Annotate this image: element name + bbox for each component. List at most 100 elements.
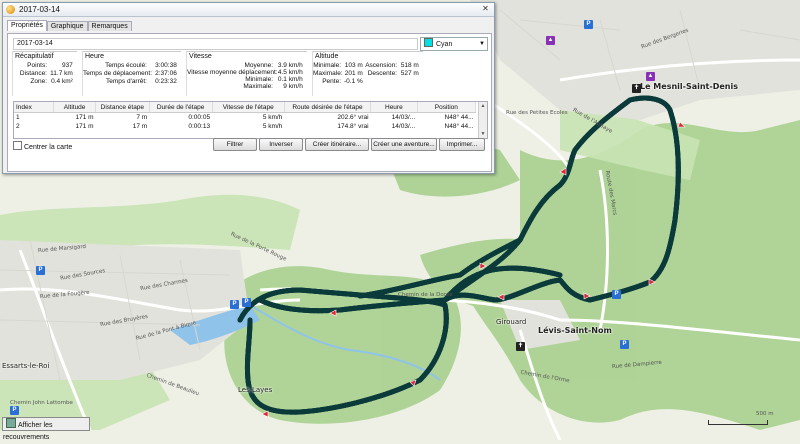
street-label: Chemin John Lattombe [10,400,73,406]
color-swatch [424,38,433,47]
time-value: 3:00:38 [155,62,177,69]
speed-group: Vitesse Moyenne: 3.9 km/h Vitesse moyenn… [186,51,307,96]
school-icon[interactable]: ▲ [546,36,555,45]
table-cell: 14/03/... [391,123,416,130]
summary-value: 11.7 km [50,70,73,77]
chevron-down-icon: ▼ [479,41,485,47]
table-cell: N48° 44... [444,123,474,130]
altitude-value: 518 m [400,62,419,69]
place-label-girouard: Girouard [496,318,527,326]
church-icon[interactable]: ✝ [516,342,525,351]
table-cell: 171 m [75,123,94,130]
create-adventure-button[interactable]: Créer une aventure... [371,138,437,151]
table-cell: 1 [16,114,20,121]
scroll-down-icon[interactable]: ▼ [479,130,487,138]
summary-group: Récapitulatif Points: 937 Distance: 11.7… [12,51,77,96]
parking-icon[interactable]: P [242,298,251,307]
print-button[interactable]: Imprimer... [439,138,485,151]
window-title: 2017-03-14 [19,5,60,14]
time-title: Heure [85,53,105,60]
scale-bar [708,420,768,425]
speed-title: Vitesse [189,53,212,60]
table-row[interactable]: 1 171 m 7 m 0:00:05 5 km/h 202.6° vrai 1… [14,113,476,123]
time-group: Heure Temps écoulé: 3:00:38 Temps de dép… [82,51,181,96]
color-select-label: Cyan [436,41,453,48]
speed-value: 3.9 km/h [277,62,303,69]
place-label-mesnil: Le Mesnil-Saint-Denis [640,82,738,91]
table-header-row: Index Altitude Distance étape Durée de l… [14,102,477,113]
parking-icon[interactable]: P [612,290,621,299]
tab-bar: Propriétés Graphique Remarques [7,20,132,33]
column-header[interactable]: Route désirée de l'étape [284,102,372,113]
tab-notes[interactable]: Remarques [87,21,132,31]
reverse-button[interactable]: Inverser [259,138,303,151]
time-value: 0:23:32 [155,78,177,85]
column-header[interactable]: Vitesse de l'étape [212,102,285,113]
table-cell: 2 [16,123,20,130]
table-cell: 17 m [132,123,148,130]
time-key: Temps d'arrêt: [106,78,147,85]
altitude-value: 527 m [400,70,419,77]
place-label-levis: Lévis-Saint-Nom [538,326,612,335]
time-key: Temps de déplacement: [83,70,153,77]
summary-title: Récapitulatif [15,53,54,60]
column-header[interactable]: Position [417,102,477,113]
center-map-label: Centrer la carte [24,144,73,151]
table-cell: 5 km/h [262,123,283,130]
time-value: 2:37:06 [155,70,177,77]
column-header[interactable]: Durée de l'étape [149,102,213,113]
summary-key: Zone: [30,78,47,85]
table-cell: 171 m [75,114,94,121]
title-bar[interactable]: 2017-03-14 ✕ [3,3,494,17]
scale-label: 500 m [756,411,774,417]
column-header[interactable]: Index [14,102,55,113]
tab-content: 2017-03-14 Cyan ▼ Récapitulatif Points: 9… [7,33,492,172]
create-route-button[interactable]: Créer itinéraire... [305,138,369,151]
altitude-group: Altitude Minimale: 103 m Maximale: 201 m… [312,51,423,96]
color-select[interactable]: Cyan ▼ [420,37,488,51]
parking-icon[interactable]: P [230,300,239,309]
tab-properties[interactable]: Propriétés [7,20,47,31]
center-map-checkbox[interactable]: Centrer la carte [13,141,72,151]
altitude-key: Ascension: [365,62,397,69]
table-cell: 14/03/... [391,114,416,121]
place-label-essarts: Essarts-le-Roi [2,362,50,370]
checkbox-box[interactable] [13,141,22,150]
close-icon[interactable]: ✕ [480,4,491,14]
column-header[interactable]: Distance étape [95,102,150,113]
table-scrollbar[interactable]: ▲ ▼ [478,102,487,138]
scroll-up-icon[interactable]: ▲ [479,102,487,110]
altitude-value: 103 m [344,62,363,69]
parking-icon[interactable]: P [620,340,629,349]
school-icon[interactable]: ▲ [646,72,655,81]
summary-key: Distance: [19,70,47,77]
track-properties-window[interactable]: 2017-03-14 ✕ Propriétés Graphique Remarq… [2,2,495,174]
trackpoints-table[interactable]: Index Altitude Distance étape Durée de l… [13,101,488,139]
table-cell: 0:00:05 [188,114,211,121]
column-header[interactable]: Heure [370,102,418,113]
street-label: Rue des Petites Ecoles [506,110,568,116]
church-icon[interactable]: ✝ [632,84,641,93]
track-name-field[interactable]: 2017-03-14 [13,38,418,50]
altitude-key: Pente: [322,78,341,85]
speed-key: Moyenne: [244,62,273,69]
table-cell: 202.6° vrai [337,114,369,121]
summary-value: 0.4 km² [51,78,73,85]
column-header[interactable]: Altitude [53,102,97,113]
parking-icon[interactable]: P [36,266,45,275]
filter-button[interactable]: Filtrer [213,138,257,151]
speed-key: Maximale: [243,83,273,90]
table-row[interactable]: 2 171 m 17 m 0:00:13 5 km/h 174.8° vrai … [14,122,476,131]
overlays-dropdown[interactable]: Afficher les recouvrements [2,417,90,441]
app-icon [6,5,15,14]
place-label-layes: Les Layes [238,386,273,394]
table-cell: 5 km/h [262,114,283,121]
table-cell: 0:00:13 [188,123,211,130]
summary-key: Points: [27,62,47,69]
parking-icon[interactable]: P [584,20,593,29]
altitude-title: Altitude [315,53,339,60]
parking-icon[interactable]: P [10,406,19,415]
summary-value: 937 [61,62,73,69]
tab-graph[interactable]: Graphique [46,21,88,31]
speed-value: 0.1 km/h [277,76,303,83]
